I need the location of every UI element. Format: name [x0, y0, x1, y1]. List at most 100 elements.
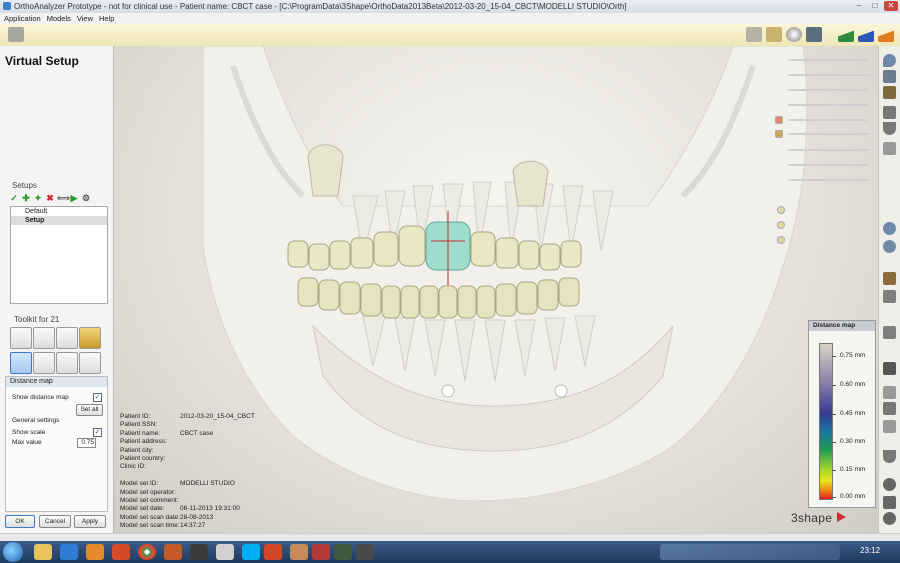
visibility-slider-5[interactable] [788, 119, 868, 121]
shield-icon[interactable] [883, 450, 896, 463]
tray-icons[interactable] [660, 544, 840, 560]
skype-icon[interactable] [242, 544, 260, 560]
texture-icon[interactable] [883, 86, 896, 99]
orthoanalyzer-task-icon[interactable] [290, 544, 308, 560]
pan-icon[interactable] [883, 496, 896, 509]
tool-measure-icon[interactable] [33, 352, 55, 374]
occlusal-view-icon[interactable] [883, 122, 896, 135]
fill-icon[interactable] [883, 402, 896, 415]
slider-knob-1[interactable] [775, 116, 783, 124]
tool-distance-map-icon[interactable] [10, 352, 32, 374]
legend-tick: 0.60 mm [840, 381, 866, 388]
info-label: Patient city: [120, 446, 154, 454]
tooth-mode-icon[interactable] [8, 27, 24, 42]
visibility-slider-7[interactable] [788, 149, 868, 151]
front-view-icon[interactable] [883, 106, 896, 119]
app-icon [3, 2, 11, 10]
start-button[interactable] [3, 542, 23, 562]
tooth-vis-icon-2[interactable] [777, 221, 785, 229]
browser-icon[interactable] [60, 544, 78, 560]
settings-icon[interactable]: ⚙ [81, 193, 91, 203]
mountain-orange-icon[interactable] [878, 27, 894, 42]
visibility-slider-2[interactable] [788, 74, 868, 76]
menu-view[interactable]: View [77, 13, 93, 24]
general-settings-label: General settings [12, 417, 60, 424]
rotate-icon[interactable] [883, 478, 896, 491]
texture-icon[interactable] [766, 27, 782, 42]
app-icon-6[interactable] [356, 544, 374, 560]
thumb-icon[interactable]: ✦ [33, 193, 43, 203]
tool-tooth-icon[interactable] [56, 352, 78, 374]
legend-title: Distance map [809, 321, 875, 331]
tooth-vis-icon-3[interactable] [777, 236, 785, 244]
3d-viewport[interactable] [113, 46, 878, 533]
media-icon[interactable] [86, 544, 104, 560]
slider-knob-2[interactable] [775, 130, 783, 138]
ruler-icon[interactable] [883, 272, 896, 285]
max-value-input[interactable]: 0.75 [77, 438, 96, 448]
app-icon-4[interactable] [312, 544, 330, 560]
check-icon[interactable]: ✓ [9, 193, 19, 203]
tooth-outline-icon[interactable] [883, 142, 896, 155]
tooth-vis-icon-1[interactable] [777, 206, 785, 214]
copy-icon[interactable] [883, 420, 896, 433]
show-scale-checkbox[interactable]: ✓ [93, 428, 102, 437]
app-icon-3[interactable] [216, 544, 234, 560]
ok-button[interactable]: OK [5, 515, 35, 528]
set-all-button[interactable]: Set all [76, 404, 103, 416]
camera-icon[interactable] [883, 362, 896, 375]
app-icon-2[interactable] [190, 544, 208, 560]
layers-icon[interactable] [883, 326, 896, 339]
skull-icon[interactable] [883, 222, 896, 235]
crop-icon[interactable] [883, 290, 896, 303]
visibility-slider-4[interactable] [788, 104, 868, 106]
video-icon[interactable] [112, 544, 130, 560]
tool-ipr-icon[interactable] [56, 327, 78, 349]
menu-models[interactable]: Models [47, 13, 71, 24]
menu-application[interactable]: Application [4, 13, 41, 24]
gem-icon[interactable] [883, 70, 896, 83]
setup-item-default[interactable]: Default [11, 207, 107, 216]
tool-rotate-icon[interactable] [33, 327, 55, 349]
cancel-button[interactable]: Cancel [39, 515, 71, 528]
split-icon[interactable]: ⟺ [57, 193, 70, 203]
jaw-icon[interactable] [883, 240, 896, 253]
apply-button[interactable]: Apply [74, 515, 106, 528]
mountain-green-icon[interactable] [838, 27, 854, 42]
powerpoint-icon[interactable] [264, 544, 282, 560]
visibility-slider-3[interactable] [788, 89, 868, 91]
play-icon[interactable]: ▶ [69, 193, 79, 203]
model-view-icon[interactable] [746, 27, 762, 42]
tool-arch-icon[interactable] [79, 352, 101, 374]
menu-help[interactable]: Help [99, 13, 114, 24]
info-label: Model set operator: [120, 488, 177, 496]
add-icon[interactable]: ✚ [21, 193, 31, 203]
tool-move-icon[interactable] [10, 327, 32, 349]
app-icon-5[interactable] [334, 544, 352, 560]
visibility-slider-9[interactable] [788, 179, 868, 181]
tool-attachment-icon[interactable] [79, 327, 101, 349]
legend-tick: 0.00 mm [840, 493, 866, 500]
visibility-slider-1[interactable] [788, 59, 868, 61]
setup-item-setup[interactable]: Setup [11, 216, 107, 225]
sphere-icon[interactable] [786, 27, 802, 42]
taskbar: 23:12 [0, 541, 900, 563]
screenshot-icon[interactable] [806, 27, 822, 42]
visibility-slider-6[interactable] [788, 133, 868, 135]
show-distance-map-checkbox[interactable]: ✓ [93, 393, 102, 402]
mountain-blue-icon[interactable] [858, 27, 874, 42]
close-button[interactable]: ✕ [884, 1, 898, 11]
delete-icon[interactable]: ✖ [45, 193, 55, 203]
info-value: 06-11-2013 19:31:00 [180, 505, 240, 513]
chrome-icon[interactable] [138, 544, 156, 560]
folder-icon[interactable] [34, 544, 52, 560]
panel-title: Virtual Setup [5, 54, 79, 68]
clock[interactable]: 23:12 [860, 546, 880, 555]
zoom-icon[interactable] [883, 512, 896, 525]
visibility-slider-8[interactable] [788, 164, 868, 166]
app-icon-1[interactable] [164, 544, 182, 560]
water-drop-icon[interactable] [883, 54, 896, 67]
section-icon[interactable] [883, 386, 896, 399]
maximize-button[interactable]: □ [868, 1, 882, 11]
minimize-button[interactable]: – [852, 1, 866, 11]
